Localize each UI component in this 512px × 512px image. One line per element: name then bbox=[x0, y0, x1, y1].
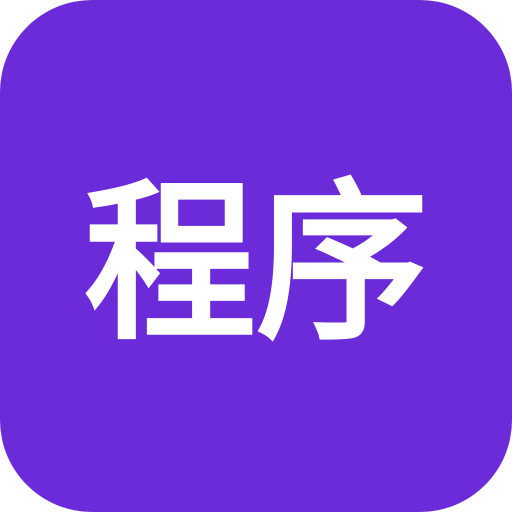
app-icon[interactable]: 程序 bbox=[0, 0, 512, 512]
app-icon-label: 程序 bbox=[84, 163, 428, 364]
